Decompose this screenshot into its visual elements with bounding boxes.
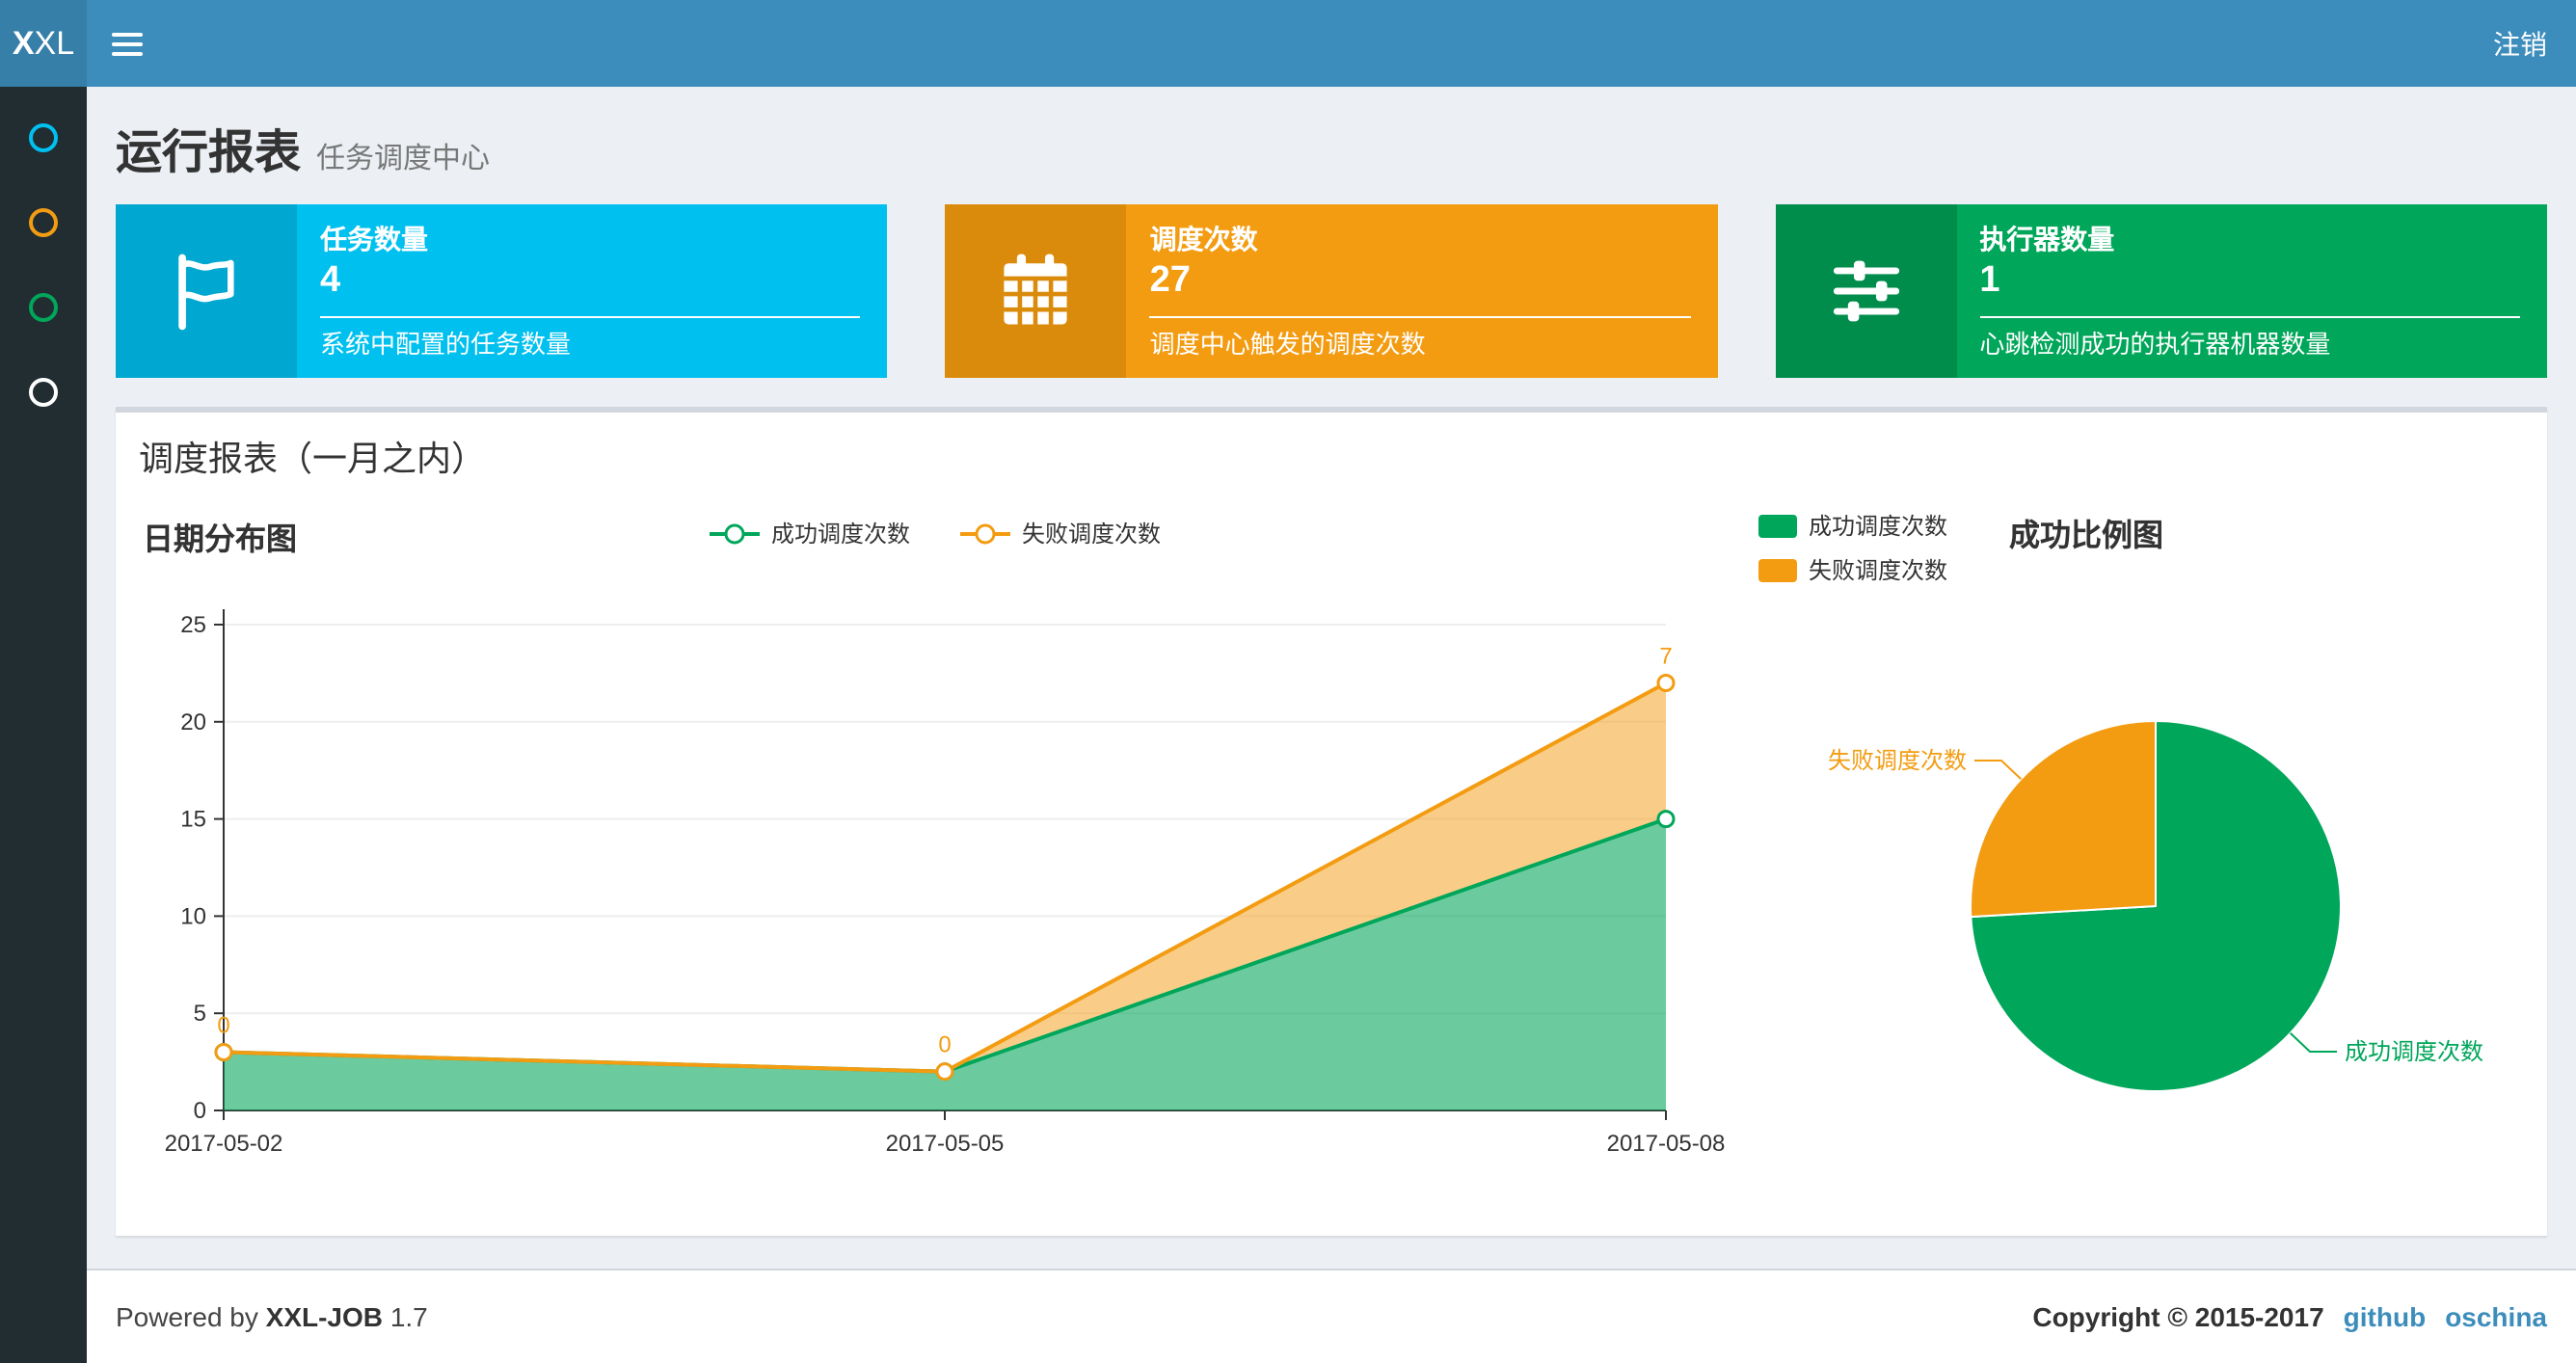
svg-text:失败调度次数: 失败调度次数 <box>1828 748 1967 774</box>
svg-text:2017-05-02: 2017-05-02 <box>165 1131 283 1157</box>
pie-chart-legend: 成功调度次数 失败调度次数 <box>1758 509 1947 586</box>
info-box-label: 任务数量 <box>320 224 428 254</box>
legend-swatch-icon <box>1758 558 1797 581</box>
date-distribution-section: 日期分布图 成功调度次数 失败调度次数 0 5 10 15 20 25 2017… <box>135 501 1735 1216</box>
circle-o-icon <box>29 207 58 236</box>
info-box-value: 1 <box>1979 260 2000 301</box>
sidebar-item-3[interactable] <box>0 264 87 349</box>
svg-text:15: 15 <box>180 807 206 833</box>
product-version: 1.7 <box>389 1301 428 1332</box>
divider <box>320 316 861 318</box>
logout-link[interactable]: 注销 <box>2464 24 2576 63</box>
copyright: Copyright © 2015-2017 <box>2032 1301 2324 1332</box>
svg-text:5: 5 <box>194 1001 206 1027</box>
svg-text:2017-05-08: 2017-05-08 <box>1607 1131 1726 1157</box>
oschina-link[interactable]: oschina <box>2445 1301 2547 1332</box>
line-legend-marker-icon <box>709 522 760 544</box>
line-legend-marker-icon <box>960 522 1010 544</box>
top-navbar: X XL 注销 <box>0 0 2576 87</box>
logo[interactable]: X XL <box>0 0 87 87</box>
sidebar <box>0 87 87 1363</box>
product-name: XXL-JOB <box>265 1301 384 1332</box>
sidebar-toggle-button[interactable] <box>87 0 168 87</box>
circle-o-icon <box>29 377 58 406</box>
footer-right: Copyright © 2015-2017 github oschina <box>2032 1301 2547 1332</box>
page-title: 运行报表 任务调度中心 <box>116 127 491 179</box>
calendar-icon <box>945 204 1127 378</box>
flag-icon <box>116 204 297 378</box>
info-box-label: 调度次数 <box>1149 224 1258 254</box>
hamburger-icon <box>112 32 143 36</box>
app-root: X XL 注销 运行报表 任务调度中心 任务数量 4 系统中配置的任务数量 调度… <box>0 0 2576 1363</box>
line-chart-title: 日期分布图 <box>143 524 298 557</box>
svg-text:0: 0 <box>194 1098 206 1124</box>
date-distribution-chart: 05101520252017-05-02 2017-05-05 2017-05-08… <box>165 609 1726 1157</box>
info-box-executor-count: 执行器数量 1 心跳检测成功的执行器机器数量 <box>1775 204 2547 378</box>
svg-text:10: 10 <box>180 903 206 929</box>
line-chart-legend: 成功调度次数 失败调度次数 <box>135 509 1735 549</box>
svg-text:20: 20 <box>180 709 206 735</box>
divider <box>1979 316 2520 318</box>
pie-legend-item[interactable]: 成功调度次数 <box>1758 509 1947 542</box>
svg-text:0: 0 <box>217 1013 229 1039</box>
content-header: 运行报表 任务调度中心 <box>116 87 2547 204</box>
success-ratio-chart: 成功调度次数 失败调度次数 <box>1828 719 2483 1092</box>
github-link[interactable]: github <box>2344 1301 2427 1332</box>
circle-o-icon <box>29 122 58 151</box>
logo-text: XL <box>34 24 75 61</box>
footer: Powered by XXL-JOB 1.7 Copyright © 2015-… <box>87 1269 2576 1363</box>
svg-text:成功调度次数: 成功调度次数 <box>2345 1039 2483 1065</box>
sliders-icon <box>1775 204 1957 378</box>
success-ratio-section: 成功调度次数 失败调度次数 成功比例图 成功调度次数 失败调度次数 <box>1735 501 2553 1216</box>
panel-title: 调度报表（一月之内） <box>139 440 486 478</box>
sidebar-item-2[interactable] <box>0 179 87 264</box>
main-area: 运行报表 任务调度中心 任务数量 4 系统中配置的任务数量 调度次数 27 调度… <box>87 87 2576 1363</box>
svg-text:2017-05-05: 2017-05-05 <box>886 1131 1005 1157</box>
info-box-value: 4 <box>320 260 341 301</box>
info-box-desc: 心跳检测成功的执行器机器数量 <box>1979 330 2331 359</box>
circle-o-icon <box>29 292 58 321</box>
sidebar-item-1[interactable] <box>0 94 87 179</box>
info-box-job-count: 任务数量 4 系统中配置的任务数量 <box>116 204 888 378</box>
info-box-value: 27 <box>1149 260 1191 301</box>
line-legend-item[interactable]: 失败调度次数 <box>960 517 1161 549</box>
info-box-desc: 调度中心触发的调度次数 <box>1149 330 1426 359</box>
navbar-right: 注销 <box>2464 0 2576 87</box>
divider <box>1149 316 1691 318</box>
svg-text:0: 0 <box>938 1032 951 1058</box>
legend-swatch-icon <box>1758 514 1797 537</box>
logo-text-bold: X <box>12 24 35 61</box>
sidebar-item-4[interactable] <box>0 349 87 434</box>
powered-by: Powered by XXL-JOB 1.7 <box>116 1301 428 1332</box>
page-subtitle: 任务调度中心 <box>316 143 491 175</box>
info-box-label: 执行器数量 <box>1979 224 2115 254</box>
pie-legend-item[interactable]: 失败调度次数 <box>1758 553 1947 586</box>
line-legend-item[interactable]: 成功调度次数 <box>709 517 910 549</box>
svg-text:25: 25 <box>180 612 206 638</box>
svg-text:7: 7 <box>1659 643 1672 669</box>
pie-chart-title: 成功比例图 <box>2009 521 2164 553</box>
info-box-desc: 系统中配置的任务数量 <box>320 330 572 359</box>
schedule-report-panel: 调度报表（一月之内） 日期分布图 成功调度次数 失败调度次数 0 5 10 15… <box>116 407 2547 1236</box>
content: 运行报表 任务调度中心 任务数量 4 系统中配置的任务数量 调度次数 27 调度… <box>87 87 2576 1269</box>
info-box-trigger-count: 调度次数 27 调度中心触发的调度次数 <box>945 204 1718 378</box>
info-box-row: 任务数量 4 系统中配置的任务数量 调度次数 27 调度中心触发的调度次数 执行… <box>116 204 2547 378</box>
